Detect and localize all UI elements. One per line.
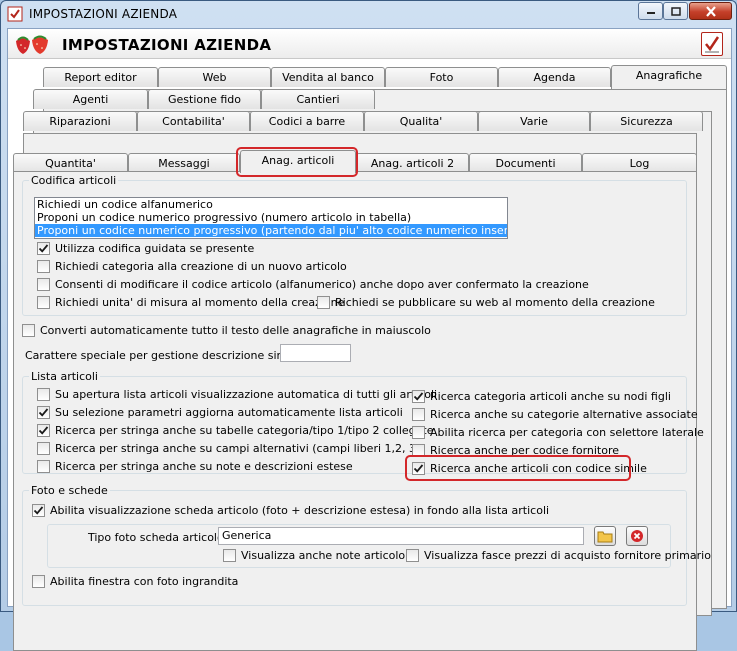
checkbox[interactable] [406, 549, 419, 562]
checkbox[interactable] [317, 296, 330, 309]
header-title: IMPOSTAZIONI AZIENDA [62, 36, 272, 54]
tab-documenti[interactable]: Documenti [469, 153, 582, 173]
browse-folder-button[interactable] [594, 526, 616, 546]
checkbox[interactable] [412, 390, 425, 403]
tab-agenti[interactable]: Agenti [33, 89, 148, 109]
list-item-selected[interactable]: Proponi un codice numerico progressivo (… [35, 224, 507, 237]
codice-simile-highlight [405, 455, 631, 481]
check-maiuscolo[interactable]: Converti automaticamente tutto il testo … [22, 324, 431, 337]
window-title: IMPOSTAZIONI AZIENDA [29, 7, 178, 21]
checkbox[interactable] [37, 424, 50, 437]
tab-varie[interactable]: Varie [478, 111, 590, 131]
checkbox[interactable] [37, 242, 50, 255]
minimize-button[interactable] [638, 2, 663, 20]
list-item[interactable]: Proponi un codice numerico progressivo (… [35, 211, 507, 224]
tipo-foto-label: Tipo foto scheda articolo : [88, 531, 231, 544]
checkbox[interactable] [223, 549, 236, 562]
check-categorie-alternative[interactable]: Ricerca anche su categorie alternative a… [412, 408, 698, 421]
tab-cantieri[interactable]: Cantieri [261, 89, 375, 109]
tab-anag-articoli-2[interactable]: Anag. articoli 2 [356, 153, 469, 173]
check-aggiorna-lista[interactable]: Su selezione parametri aggiorna automati… [37, 406, 403, 419]
tab-messaggi[interactable]: Messaggi [128, 153, 240, 173]
checkbox[interactable] [32, 575, 45, 588]
checkbox[interactable] [37, 296, 50, 309]
check-modifica-codice[interactable]: Consenti di modificare il codice articol… [37, 278, 589, 291]
tab-log[interactable]: Log [582, 153, 697, 173]
check-selettore-laterale[interactable]: Abilita ricerca per categoria con selett… [412, 426, 704, 439]
group-codifica-articoli: Codifica articoli Richiedi un codice alf… [22, 174, 687, 316]
close-button[interactable] [689, 2, 732, 20]
check-visualizza-tutti[interactable]: Su apertura lista articoli visualizzazio… [37, 388, 437, 401]
checkbox[interactable] [37, 260, 50, 273]
checkbox[interactable] [412, 426, 425, 439]
checkmark-icon [413, 392, 424, 401]
check-ricerca-campi-alternativi[interactable]: Ricerca per stringa anche su campi alter… [37, 442, 420, 455]
tipo-foto-panel: Tipo foto scheda articolo : Generica Vis… [47, 524, 711, 568]
carattere-label: Carattere speciale per gestione descrizi… [25, 349, 322, 362]
group-foto-schede: Foto e schede Abilita visualizzazione sc… [22, 484, 711, 606]
header-banner: IMPOSTAZIONI AZIENDA [8, 29, 731, 59]
minimize-icon [646, 12, 655, 14]
close-icon [705, 5, 716, 17]
tab-codici-a-barre[interactable]: Codici a barre [250, 111, 364, 131]
tab-agenda[interactable]: Agenda [498, 67, 611, 87]
tab-gestione-fido[interactable]: Gestione fido [148, 89, 261, 109]
maximize-icon [670, 6, 681, 16]
checkbox[interactable] [22, 324, 35, 337]
tab-web[interactable]: Web [158, 67, 271, 87]
check-codifica-guidata[interactable]: Utilizza codifica guidata se presente [37, 242, 254, 255]
tab-page-anag-articoli: Codifica articoli Richiedi un codice alf… [13, 171, 711, 651]
tab-quantita[interactable]: Quantita' [13, 153, 128, 173]
check-note-articolo[interactable]: Visualizza anche note articolo [223, 549, 405, 562]
group-legend: Foto e schede [29, 484, 110, 497]
codifica-listbox[interactable]: Richiedi un codice alfanumerico Proponi … [34, 197, 508, 239]
tab-riparazioni[interactable]: Riparazioni [23, 111, 137, 131]
maximize-button[interactable] [663, 2, 688, 20]
checkbox[interactable] [32, 504, 45, 517]
check-nodi-figli[interactable]: Ricerca categoria articoli anche su nodi… [412, 390, 671, 403]
checkmark-icon [33, 506, 44, 515]
tab-vendita-al-banco[interactable]: Vendita al banco [271, 67, 385, 87]
delete-icon [631, 530, 643, 542]
checkbox[interactable] [412, 408, 425, 421]
active-tab-highlight [236, 147, 358, 177]
checkbox[interactable] [37, 460, 50, 473]
checkmark-icon [38, 426, 49, 435]
checkbox[interactable] [37, 406, 50, 419]
title-bar[interactable]: IMPOSTAZIONI AZIENDA [1, 1, 736, 27]
checkmark-icon [38, 244, 49, 253]
client-area: IMPOSTAZIONI AZIENDA Report editor Web V… [7, 28, 732, 651]
tab-report-editor[interactable]: Report editor [43, 67, 158, 87]
check-unita-misura[interactable]: Richiedi unita' di misura al momento del… [37, 296, 344, 309]
check-foto-ingrandita[interactable]: Abilita finestra con foto ingrandita [32, 575, 238, 588]
strawberries-logo-icon [12, 33, 56, 55]
group-legend: Codifica articoli [29, 174, 119, 187]
check-pubblica-web[interactable]: Richiedi se pubblicare su web al momento… [317, 296, 655, 309]
check-abilita-scheda[interactable]: Abilita visualizzazione scheda articolo … [32, 504, 549, 517]
check-ricerca-tabelle[interactable]: Ricerca per stringa anche su tabelle cat… [37, 424, 433, 437]
app-icon [7, 6, 23, 22]
window: IMPOSTAZIONI AZIENDA IMPOSTAZIONI AZIEND… [0, 0, 737, 651]
clear-button[interactable] [626, 526, 648, 546]
checkmark-icon [38, 408, 49, 417]
tipo-foto-input[interactable]: Generica [218, 527, 584, 545]
group-legend: Lista articoli [29, 370, 100, 383]
check-richiedi-categoria[interactable]: Richiedi categoria alla creazione di un … [37, 260, 347, 273]
checkbox[interactable] [37, 442, 50, 455]
check-fasce-prezzi[interactable]: Visualizza fasce prezzi di acquisto forn… [406, 549, 711, 562]
carattere-input[interactable] [280, 344, 351, 362]
tab-foto[interactable]: Foto [385, 67, 498, 87]
checklist-icon [701, 32, 723, 56]
folder-icon [597, 531, 613, 543]
tab-anagrafiche[interactable]: Anagrafiche [611, 65, 727, 89]
tab-control: Report editor Web Vendita al banco Foto … [8, 60, 731, 651]
check-ricerca-note[interactable]: Ricerca per stringa anche su note e desc… [37, 460, 353, 473]
checkbox[interactable] [37, 278, 50, 291]
checkbox[interactable] [37, 388, 50, 401]
tab-qualita[interactable]: Qualita' [364, 111, 478, 131]
tab-sicurezza[interactable]: Sicurezza [590, 111, 703, 131]
list-item[interactable]: Richiedi un codice alfanumerico [35, 198, 507, 211]
tab-contabilita[interactable]: Contabilita' [137, 111, 250, 131]
